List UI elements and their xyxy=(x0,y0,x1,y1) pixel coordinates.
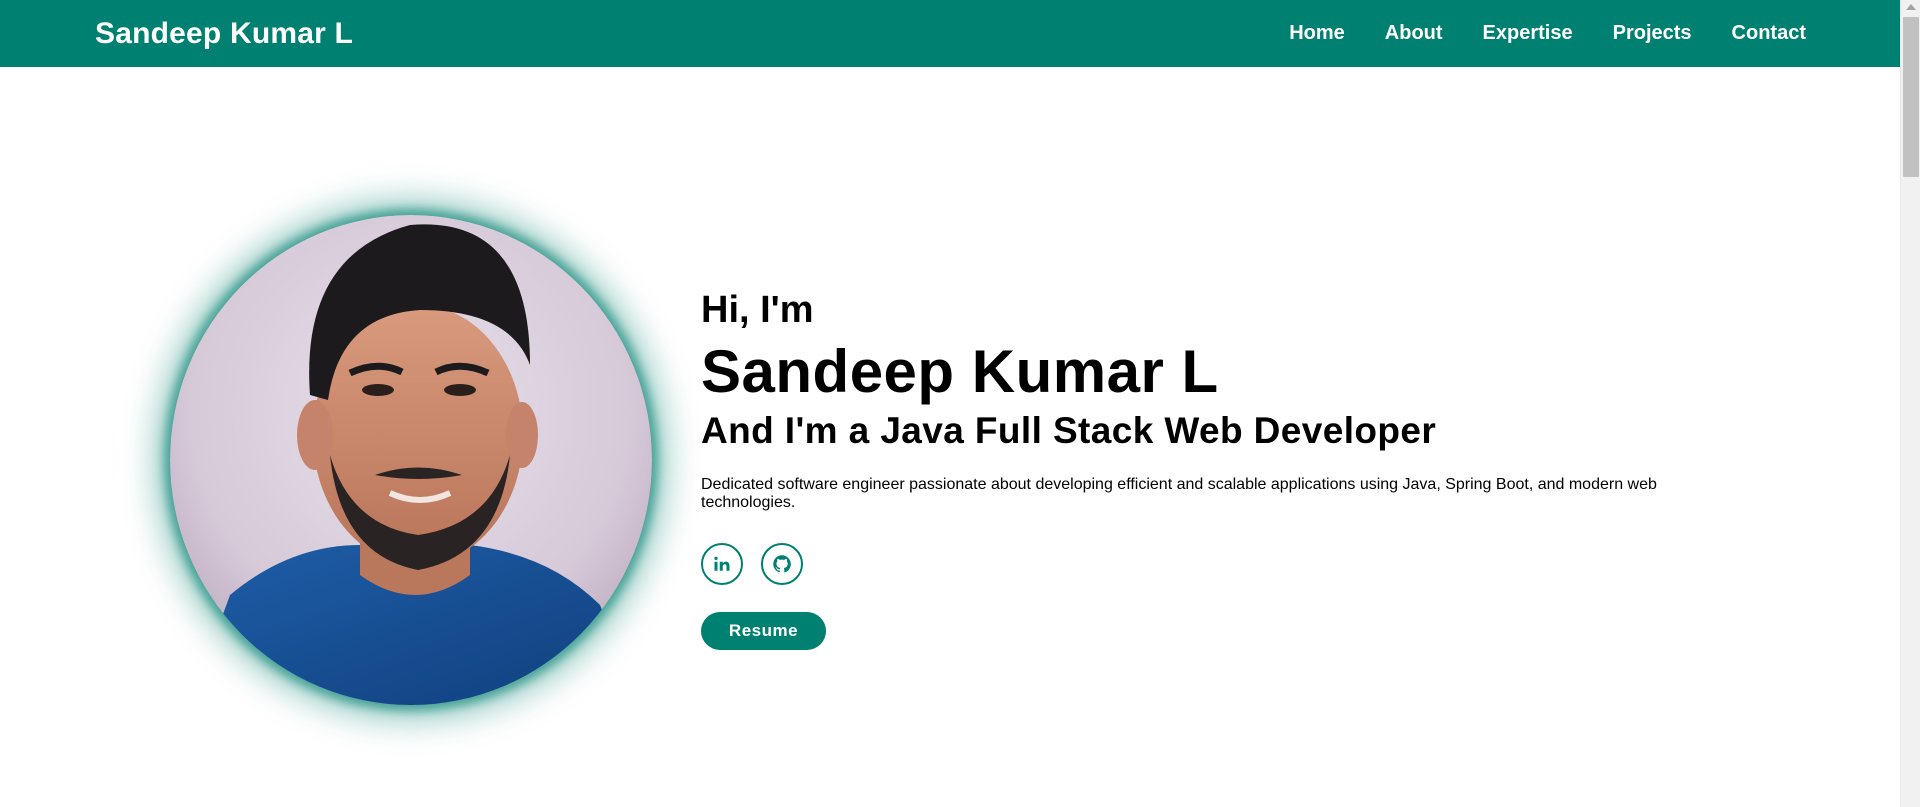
page: Sandeep Kumar L Home About Expertise Pro… xyxy=(0,0,1920,807)
resume-button[interactable]: Resume xyxy=(701,612,826,650)
scrollbar-thumb[interactable] xyxy=(1903,17,1919,177)
github-link[interactable] xyxy=(761,543,803,585)
hero-role: And I'm a Java Full Stack Web Developer xyxy=(701,410,1437,451)
profile-photo-image xyxy=(170,215,652,705)
linkedin-icon xyxy=(714,556,730,571)
nav-link-contact[interactable]: Contact xyxy=(1732,22,1806,45)
nav-links: Home About Expertise Projects Contact xyxy=(1289,22,1806,45)
nav-link-about[interactable]: About xyxy=(1385,22,1443,45)
hero-text: Hi, I'm Sandeep Kumar L And I'm a Java F… xyxy=(701,282,1681,650)
github-icon xyxy=(773,555,791,573)
scroll-up-arrow-icon[interactable] xyxy=(1906,4,1916,10)
brand-logo[interactable]: Sandeep Kumar L xyxy=(95,17,353,51)
nav-link-projects[interactable]: Projects xyxy=(1613,22,1692,45)
profile-photo xyxy=(170,215,652,705)
navbar: Sandeep Kumar L Home About Expertise Pro… xyxy=(0,0,1900,67)
hero-greeting: Hi, I'm xyxy=(701,289,814,331)
hero-description: Dedicated software engineer passionate a… xyxy=(701,476,1657,511)
hero-name: Sandeep Kumar L xyxy=(701,338,1219,405)
linkedin-link[interactable] xyxy=(701,543,743,585)
social-links xyxy=(701,543,1681,585)
vertical-scrollbar[interactable] xyxy=(1900,0,1920,807)
nav-link-expertise[interactable]: Expertise xyxy=(1483,22,1573,45)
nav-link-home[interactable]: Home xyxy=(1289,22,1345,45)
